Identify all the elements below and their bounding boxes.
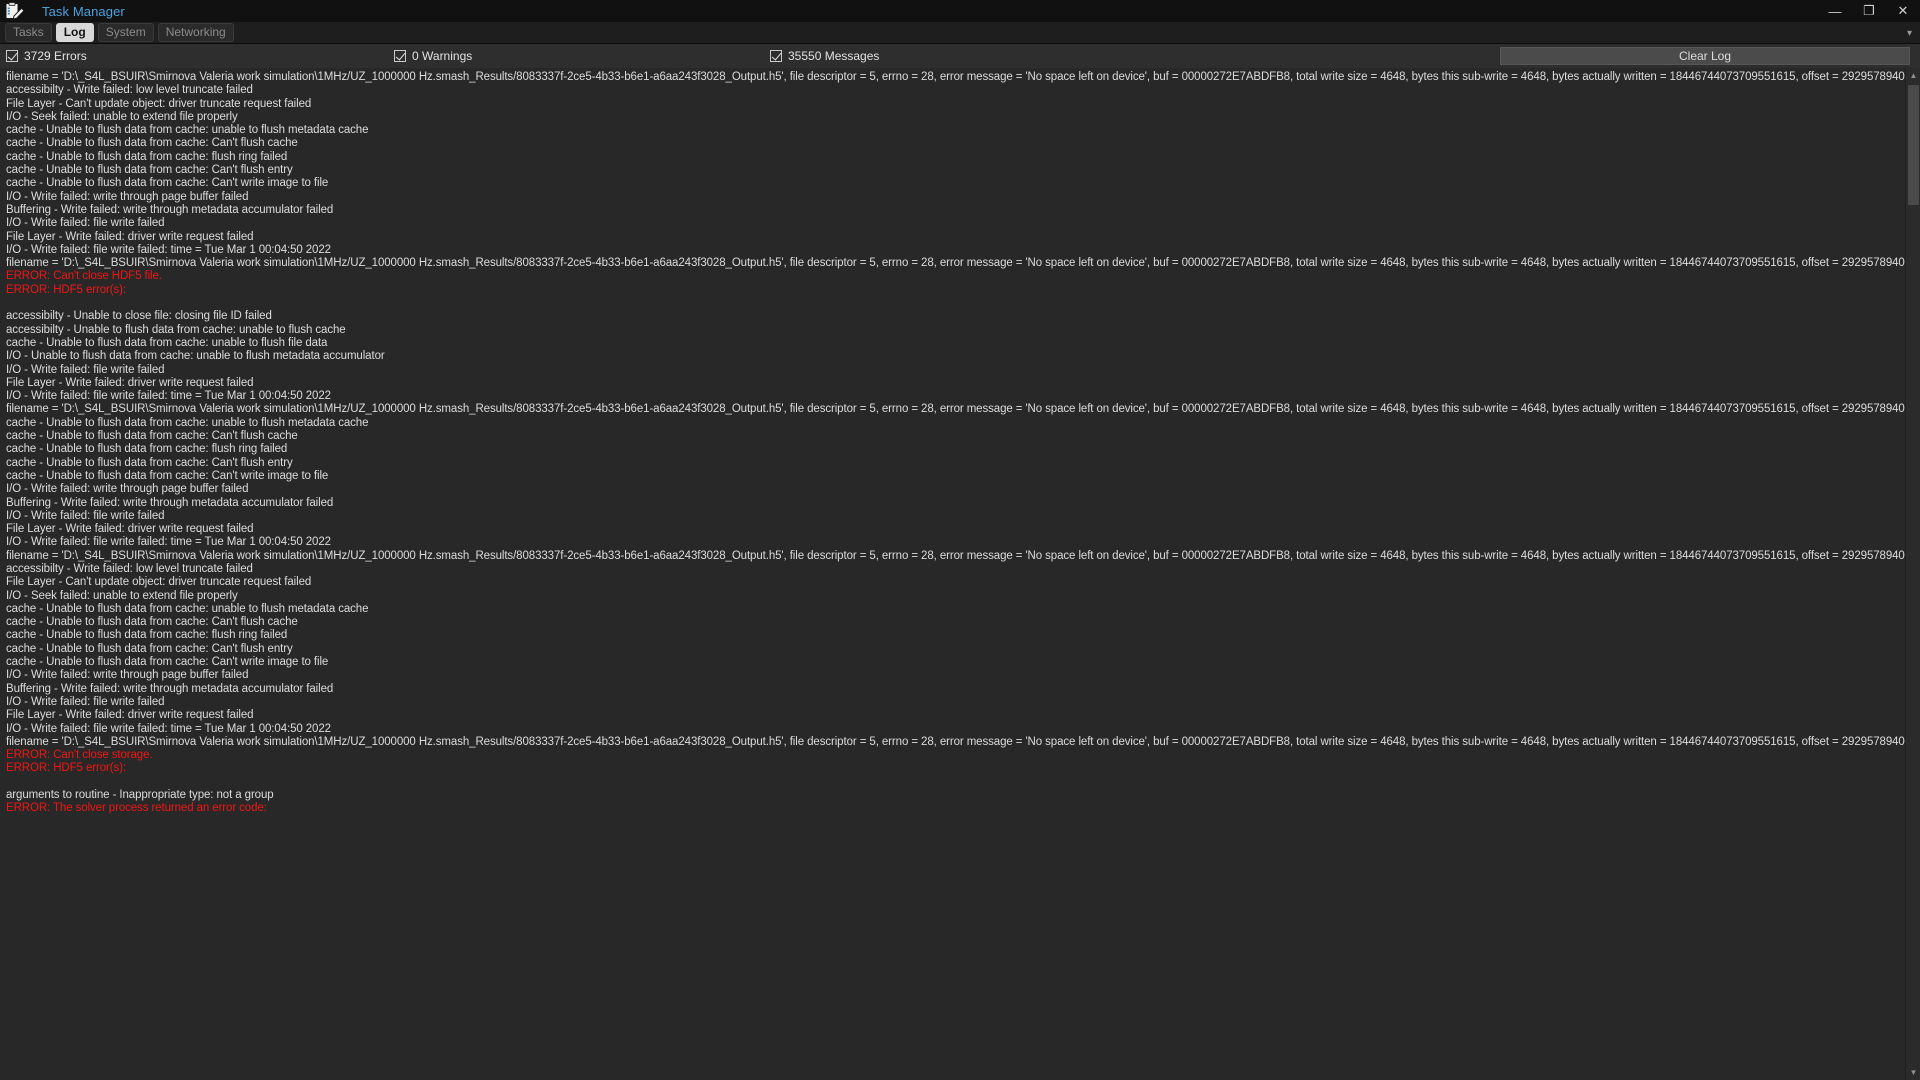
maximize-restore-button[interactable]: ❐ [1852,0,1886,22]
log-line: cache - Unable to flush data from cache:… [6,456,293,469]
log-line: I/O - Write failed: file write failed: t… [6,536,331,549]
log-line: cache - Unable to flush data from cache:… [6,602,369,615]
log-line: cache - Unable to flush data from cache:… [6,642,293,655]
log-filter-bar: 3729 Errors 0 Warnings 35550 Messages Cl… [0,44,1920,68]
filter-errors-label: 3729 Errors [24,49,87,63]
log-line: cache - Unable to flush data from cache:… [6,656,329,669]
log-line-error: ERROR: HDF5 error(s): [6,762,126,775]
tab-tasks[interactable]: Tasks [5,23,52,42]
log-line: cache - Unable to flush data from cache:… [6,177,329,190]
log-line: I/O - Write failed: write through page b… [6,190,249,203]
log-line: accessibilty - Write failed: low level t… [6,84,253,97]
checkbox-checked-icon[interactable] [6,50,18,62]
log-line: filename = 'D:\_S4L_BSUIR\Smirnova Valer… [6,257,1905,270]
log-line: I/O - Write failed: file write failed [6,695,165,708]
filter-messages-label: 35550 Messages [788,49,880,63]
log-line: File Layer - Write failed: driver write … [6,709,254,722]
log-line: cache - Unable to flush data from cache:… [6,443,288,456]
log-line: I/O - Write failed: file write failed [6,217,165,230]
tab-log[interactable]: Log [55,23,94,42]
log-line: filename = 'D:\_S4L_BSUIR\Smirnova Valer… [6,549,1905,562]
minimize-button[interactable]: — [1818,0,1852,22]
tab-networking[interactable]: Networking [157,23,234,42]
filter-errors-checkbox[interactable]: 3729 Errors [6,44,87,68]
chevron-down-icon[interactable]: ▾ [1907,22,1912,44]
log-scrollbar[interactable]: ▲ ▼ [1905,68,1920,1080]
log-line: I/O - Write failed: write through page b… [6,669,249,682]
log-line: I/O - Seek failed: unable to extend file… [6,110,238,123]
log-line-error: ERROR: HDF5 error(s): [6,283,126,296]
log-panel: filename = 'D:\_S4L_BSUIR\Smirnova Valer… [0,68,1920,1080]
log-line: File Layer - Write failed: driver write … [6,230,254,243]
scroll-up-arrow-icon[interactable]: ▲ [1906,68,1920,83]
log-line: I/O - Write failed: file write failed: t… [6,243,331,256]
window-title: Task Manager [42,3,125,19]
log-line: Buffering - Write failed: write through … [6,496,334,509]
filter-warnings-label: 0 Warnings [412,49,473,63]
log-line: cache - Unable to flush data from cache:… [6,137,298,150]
log-line: cache - Unable to flush data from cache:… [6,430,298,443]
log-line: filename = 'D:\_S4L_BSUIR\Smirnova Valer… [6,71,1905,83]
log-line: accessibilty - Unable to close file: clo… [6,310,272,323]
filter-messages-checkbox[interactable]: 35550 Messages [770,44,879,68]
log-line: Buffering - Write failed: write through … [6,203,334,216]
log-line: accessibilty - Unable to flush data from… [6,323,346,336]
log-line: filename = 'D:\_S4L_BSUIR\Smirnova Valer… [6,403,1905,416]
log-line: File Layer - Write failed: driver write … [6,523,254,536]
tab-system[interactable]: System [97,23,154,42]
checkbox-checked-icon[interactable] [770,50,782,62]
log-line: File Layer - Can't update object: driver… [6,576,312,589]
scroll-down-arrow-icon[interactable]: ▼ [1906,1065,1920,1080]
window-controls: — ❐ ✕ [1818,0,1920,22]
log-line: I/O - Write failed: file write failed: t… [6,722,331,735]
log-line: I/O - Seek failed: unable to extend file… [6,589,238,602]
close-button[interactable]: ✕ [1886,0,1920,22]
log-line: accessibilty - Write failed: low level t… [6,562,253,575]
log-line: cache - Unable to flush data from cache:… [6,164,293,177]
checkbox-checked-icon[interactable] [394,50,406,62]
filter-warnings-checkbox[interactable]: 0 Warnings [394,44,472,68]
log-line-error: ERROR: Can't close storage. [6,749,153,762]
log-line: filename = 'D:\_S4L_BSUIR\Smirnova Valer… [6,735,1905,748]
log-line: I/O - Write failed: file write failed [6,509,165,522]
log-line-error: ERROR: Can't close HDF5 file. [6,270,162,283]
log-line: File Layer - Can't update object: driver… [6,97,312,110]
log-line: cache - Unable to flush data from cache:… [6,416,369,429]
log-output-list[interactable]: filename = 'D:\_S4L_BSUIR\Smirnova Valer… [0,68,1905,1080]
log-line: cache - Unable to flush data from cache:… [6,616,298,629]
log-line: I/O - Write failed: file write failed: t… [6,390,331,403]
clipboard-pencil-icon [2,1,28,21]
log-line: cache - Unable to flush data from cache:… [6,629,288,642]
log-line: File Layer - Write failed: driver write … [6,376,254,389]
log-line: I/O - Write failed: file write failed [6,363,165,376]
log-line: cache - Unable to flush data from cache:… [6,336,328,349]
tab-bar: Tasks Log System Networking ▾ [0,22,1920,44]
log-line: cache - Unable to flush data from cache:… [6,150,288,163]
scrollbar-thumb[interactable] [1908,85,1919,205]
log-line: cache - Unable to flush data from cache:… [6,469,329,482]
window-titlebar: Task Manager — ❐ ✕ [0,0,1920,22]
log-line: arguments to routine - Inappropriate typ… [6,789,274,802]
log-line-error: ERROR: The solver process returned an er… [6,802,267,815]
log-line: I/O - Unable to flush data from cache: u… [6,350,385,363]
log-line: I/O - Write failed: write through page b… [6,483,249,496]
clear-log-button[interactable]: Clear Log [1500,47,1910,65]
log-line: cache - Unable to flush data from cache:… [6,124,369,137]
log-line: Buffering - Write failed: write through … [6,682,334,695]
